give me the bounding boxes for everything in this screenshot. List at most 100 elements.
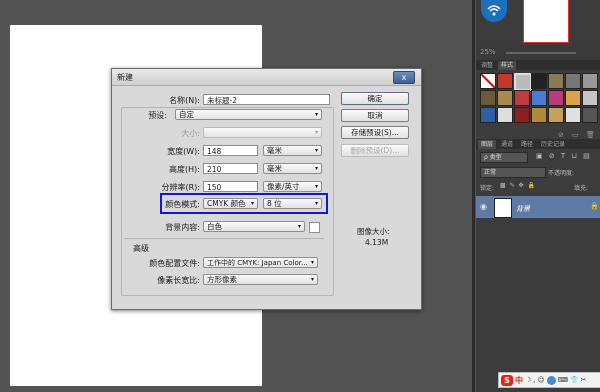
- zoom-slider[interactable]: [506, 52, 576, 54]
- style-swatch[interactable]: [548, 107, 564, 123]
- resolution-unit-value: 像素/英寸: [267, 182, 300, 191]
- navigator-thumbnail[interactable]: [523, 0, 569, 43]
- resolution-label: 分辨率(R):: [161, 183, 201, 192]
- layer-thumbnail: [494, 198, 512, 218]
- size-select: ▾: [203, 127, 322, 138]
- cancel-button[interactable]: 取消: [341, 109, 409, 122]
- moon-icon[interactable]: ☽: [525, 376, 531, 384]
- resolution-unit-select[interactable]: 像素/英寸 ▾: [263, 181, 322, 192]
- keyboard-icon[interactable]: ⌨: [558, 376, 568, 384]
- background-label: 背景内容:: [165, 223, 200, 232]
- preset-select[interactable]: 自定 ▾: [175, 109, 322, 120]
- chevron-down-icon: ▾: [297, 223, 301, 230]
- close-button[interactable]: x: [393, 71, 415, 84]
- style-swatch[interactable]: [514, 73, 532, 91]
- bit-depth-select[interactable]: 8 位 ▾: [263, 198, 322, 209]
- width-input[interactable]: 148: [203, 145, 258, 156]
- style-swatch[interactable]: [582, 73, 598, 89]
- layer-lock-icon: 🔒: [590, 202, 599, 210]
- style-swatch[interactable]: [548, 90, 564, 106]
- style-swatch[interactable]: [497, 107, 513, 123]
- style-swatch[interactable]: [531, 90, 547, 106]
- tab-channels[interactable]: 通道: [498, 140, 516, 149]
- emoji-icon[interactable]: ☺: [538, 376, 545, 384]
- tab-layers[interactable]: 图层: [478, 140, 497, 149]
- width-unit-select[interactable]: 毫米 ▾: [263, 145, 322, 156]
- adjustments-tabs: 调整 样式: [476, 60, 600, 70]
- style-swatch[interactable]: [480, 73, 496, 89]
- style-swatch[interactable]: [480, 90, 496, 106]
- style-swatch[interactable]: [514, 107, 530, 123]
- lock-row: 锁定: ▩ ✎ ✥ 🔒 填充:: [476, 181, 600, 194]
- style-swatch[interactable]: [582, 107, 598, 123]
- punctuation-icon[interactable]: ,: [533, 376, 535, 384]
- style-swatch[interactable]: [582, 90, 598, 106]
- color-mode-value: CMYK 颜色: [207, 199, 246, 208]
- height-input[interactable]: 210: [203, 163, 258, 174]
- background-value: 白色: [207, 222, 222, 231]
- filter-icons[interactable]: ▣ ⊘ T ⊔ ▤: [536, 152, 592, 160]
- styles-grid: [478, 71, 598, 133]
- pixel-aspect-label: 像素长宽比:: [157, 276, 200, 285]
- name-input[interactable]: 未标题-2: [203, 94, 330, 105]
- style-swatch[interactable]: [565, 90, 581, 106]
- chevron-down-icon: ▾: [310, 276, 314, 283]
- width-unit-value: 毫米: [267, 146, 282, 155]
- sogou-logo-icon[interactable]: S: [501, 374, 513, 386]
- chevron-down-icon: ▾: [314, 165, 318, 172]
- save-preset-button[interactable]: 存储预设(S)...: [341, 126, 409, 139]
- style-swatch[interactable]: [480, 107, 496, 123]
- chevron-down-icon: ▾: [310, 259, 314, 266]
- style-swatch[interactable]: [565, 107, 581, 123]
- style-swatch[interactable]: [548, 73, 564, 89]
- style-swatch[interactable]: [497, 90, 513, 106]
- style-swatch[interactable]: [565, 73, 581, 89]
- layer-name[interactable]: 背景: [516, 204, 530, 214]
- tab-styles[interactable]: 样式: [498, 61, 517, 70]
- height-label: 高度(H):: [169, 165, 200, 174]
- visibility-eye-icon[interactable]: ◉: [480, 202, 487, 211]
- style-swatch[interactable]: [497, 73, 513, 89]
- blend-mode-select[interactable]: 正常: [480, 167, 546, 178]
- background-color-swatch[interactable]: [309, 222, 320, 233]
- advanced-toggle[interactable]: 高级: [133, 243, 149, 254]
- background-select[interactable]: 白色 ▾: [203, 221, 305, 232]
- new-style-icon[interactable]: ▭: [572, 131, 579, 139]
- color-profile-select[interactable]: 工作中的 CMYK: Japan Color... ▾: [203, 257, 318, 268]
- tab-adjustments[interactable]: 调整: [478, 61, 496, 70]
- voice-icon[interactable]: [546, 375, 556, 385]
- chevron-down-icon: ▾: [314, 129, 318, 136]
- skin-icon[interactable]: 👕: [570, 376, 579, 384]
- tab-history[interactable]: 历史记录: [538, 140, 568, 149]
- chevron-down-icon: ▾: [314, 183, 318, 190]
- color-mode-select[interactable]: CMYK 颜色 ▾: [203, 198, 258, 209]
- trash-icon[interactable]: 🗑: [586, 131, 595, 139]
- chevron-down-icon: ▾: [314, 111, 318, 118]
- kind-filter[interactable]: ρ 类型: [480, 152, 528, 163]
- color-profile-label: 颜色配置文件:: [149, 259, 200, 268]
- layers-tabs: 图层 通道 路径 历史记录: [476, 139, 600, 149]
- blend-row: 正常 不透明度:: [476, 166, 600, 179]
- bit-depth-value: 8 位: [267, 199, 282, 208]
- tab-paths[interactable]: 路径: [518, 140, 536, 149]
- tools-icon[interactable]: ✂: [581, 376, 587, 384]
- dialog-titlebar[interactable]: 新建 x: [112, 69, 421, 86]
- lock-icons[interactable]: ▩ ✎ ✥ 🔒: [500, 182, 536, 189]
- color-profile-value: 工作中的 CMYK: Japan Color...: [207, 259, 308, 267]
- ime-mode[interactable]: 中: [515, 375, 523, 386]
- height-unit-select[interactable]: 毫米 ▾: [263, 163, 322, 174]
- pixel-aspect-value: 方形像素: [207, 275, 237, 284]
- style-swatch[interactable]: [531, 73, 547, 89]
- ok-button[interactable]: 确定: [341, 92, 409, 105]
- lock-label: 锁定:: [480, 185, 495, 192]
- style-swatch[interactable]: [531, 107, 547, 123]
- zoom-value[interactable]: 25%: [480, 48, 496, 56]
- panel-divider[interactable]: [472, 0, 475, 392]
- pixel-aspect-select[interactable]: 方形像素 ▾: [203, 274, 318, 285]
- width-label: 宽度(W):: [167, 147, 200, 156]
- no-style-icon[interactable]: ⊘: [558, 131, 564, 139]
- style-swatch[interactable]: [514, 90, 530, 106]
- layer-filter-row: ρ 类型 ▣ ⊘ T ⊔ ▤: [476, 151, 600, 164]
- resolution-input[interactable]: 150: [203, 181, 258, 192]
- styles-actions: ⊘ ▭ 🗑: [476, 131, 600, 139]
